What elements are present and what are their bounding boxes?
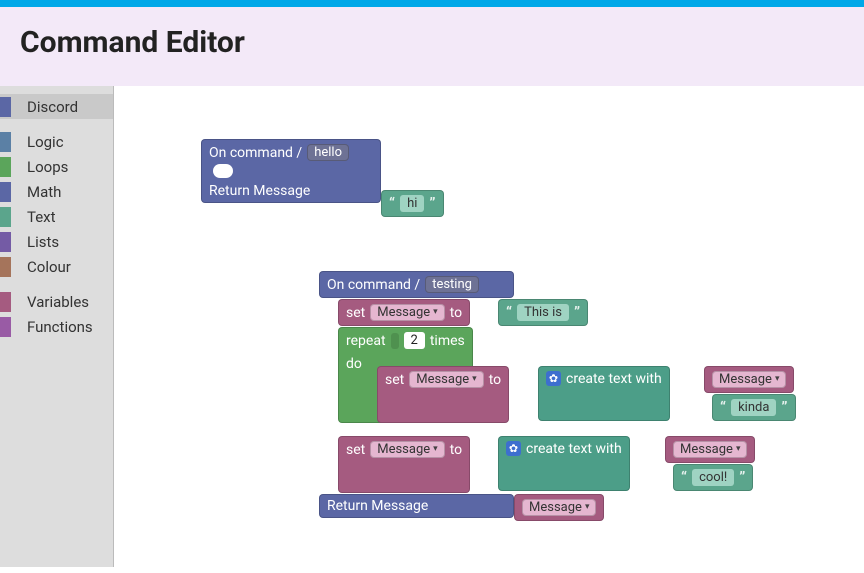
variable-selector[interactable]: Message▾ xyxy=(370,304,444,321)
on-command-label: On command / xyxy=(209,146,302,160)
category-label: Logic xyxy=(27,133,64,151)
variable-getter-block[interactable]: Message▾ xyxy=(665,436,755,463)
gear-icon[interactable]: ✿ xyxy=(506,441,521,456)
command-name-field[interactable]: testing xyxy=(425,276,479,293)
set-variable-block[interactable]: set Message▾ to xyxy=(338,436,470,493)
command-body-bar xyxy=(319,299,338,519)
dropdown-icon: ▾ xyxy=(736,445,741,454)
return-label: Return Message xyxy=(327,499,428,513)
close-quote-icon: ” xyxy=(739,470,745,485)
dropdown-icon: ▾ xyxy=(433,445,438,454)
create-text-block[interactable]: ✿ create text with xyxy=(538,366,670,421)
category-swatch xyxy=(0,132,11,152)
open-quote-icon: “ xyxy=(681,470,687,485)
return-row-block[interactable]: Return Message xyxy=(319,494,514,518)
category-colour[interactable]: Colour xyxy=(0,254,113,279)
to-label: to xyxy=(450,306,462,320)
set-label: set xyxy=(346,306,365,320)
close-quote-icon: ” xyxy=(781,400,787,415)
category-label: Math xyxy=(27,183,61,201)
category-lists[interactable]: Lists xyxy=(0,229,113,254)
category-swatch xyxy=(0,157,11,177)
command-block-testing[interactable]: On command / testing xyxy=(319,271,514,298)
block-canvas[interactable]: On command / hello Return Message “ hi ”… xyxy=(114,86,864,567)
category-sidebar: Discord Logic Loops Math Text Lists Colo… xyxy=(0,86,114,567)
string-literal-block[interactable]: “ kinda ” xyxy=(712,394,796,421)
gear-icon[interactable]: ✿ xyxy=(546,371,561,386)
command-header-row: On command / hello xyxy=(201,139,381,166)
category-swatch xyxy=(0,97,11,117)
repeat-label: repeat xyxy=(346,334,386,348)
category-loops[interactable]: Loops xyxy=(0,154,113,179)
create-text-label: create text with xyxy=(526,442,622,456)
open-quote-icon: “ xyxy=(389,196,395,211)
to-label: to xyxy=(489,373,501,387)
category-swatch xyxy=(0,207,11,227)
variable-selector[interactable]: Message▾ xyxy=(522,499,596,516)
string-value-field[interactable]: cool! xyxy=(692,469,734,486)
dropdown-icon: ▾ xyxy=(775,375,780,384)
variable-getter-block[interactable]: Message▾ xyxy=(514,494,604,521)
variable-selector[interactable]: Message▾ xyxy=(712,371,786,388)
variable-selector[interactable]: Message▾ xyxy=(370,441,444,458)
create-text-label: create text with xyxy=(566,372,662,386)
category-label: Lists xyxy=(27,233,59,251)
category-functions[interactable]: Functions xyxy=(0,314,113,339)
string-value-field[interactable]: This is xyxy=(517,304,569,321)
to-label: to xyxy=(450,443,462,457)
create-text-block[interactable]: ✿ create text with xyxy=(498,436,630,491)
category-label: Variables xyxy=(27,293,89,311)
variable-selector[interactable]: Message▾ xyxy=(673,441,747,458)
return-row: Return Message xyxy=(201,176,381,203)
open-quote-icon: “ xyxy=(506,305,512,320)
dropdown-icon: ▾ xyxy=(472,375,477,384)
category-logic[interactable]: Logic xyxy=(0,129,113,154)
category-swatch xyxy=(0,232,11,252)
string-literal-block[interactable]: “ hi ” xyxy=(381,190,444,217)
command-header-row: On command / testing xyxy=(319,271,514,298)
command-name-field[interactable]: hello xyxy=(307,144,349,161)
category-swatch xyxy=(0,257,11,277)
command-block-hello[interactable]: On command / hello Return Message xyxy=(201,139,381,203)
category-label: Loops xyxy=(27,158,68,176)
main-area: Discord Logic Loops Math Text Lists Colo… xyxy=(0,86,864,567)
category-math[interactable]: Math xyxy=(0,179,113,204)
category-variables[interactable]: Variables xyxy=(0,289,113,314)
category-swatch xyxy=(0,182,11,202)
dropdown-icon: ▾ xyxy=(585,503,590,512)
page-header: Command Editor xyxy=(0,7,864,86)
set-label: set xyxy=(346,443,365,457)
category-discord[interactable]: Discord xyxy=(0,94,113,119)
category-label: Functions xyxy=(27,318,93,336)
variable-getter-block[interactable]: Message▾ xyxy=(704,366,794,393)
set-variable-block[interactable]: set Message▾ to xyxy=(377,366,509,423)
times-label: times xyxy=(430,334,465,348)
page-title: Command Editor xyxy=(20,25,864,60)
category-swatch xyxy=(0,317,11,337)
variable-selector[interactable]: Message▾ xyxy=(409,371,483,388)
string-value-field[interactable]: kinda xyxy=(731,399,776,416)
string-value-field[interactable]: hi xyxy=(400,195,424,212)
set-label: set xyxy=(385,373,404,387)
top-accent-bar xyxy=(0,0,864,7)
string-literal-block[interactable]: “ cool! ” xyxy=(673,464,753,491)
set-variable-block[interactable]: set Message▾ to xyxy=(338,299,470,326)
value-slot xyxy=(391,333,399,349)
category-text[interactable]: Text xyxy=(0,204,113,229)
do-label: do xyxy=(346,357,362,371)
category-swatch xyxy=(0,292,11,312)
close-quote-icon: ” xyxy=(574,305,580,320)
dropdown-icon: ▾ xyxy=(433,308,438,317)
string-literal-block[interactable]: “ This is ” xyxy=(498,299,588,326)
category-label: Colour xyxy=(27,258,71,276)
open-quote-icon: “ xyxy=(720,400,726,415)
repeat-count-field[interactable]: 2 xyxy=(404,332,425,349)
return-label: Return Message xyxy=(209,184,310,198)
close-quote-icon: ” xyxy=(429,196,435,211)
category-label: Discord xyxy=(27,98,78,116)
category-label: Text xyxy=(27,208,56,226)
on-command-label: On command / xyxy=(327,278,420,292)
